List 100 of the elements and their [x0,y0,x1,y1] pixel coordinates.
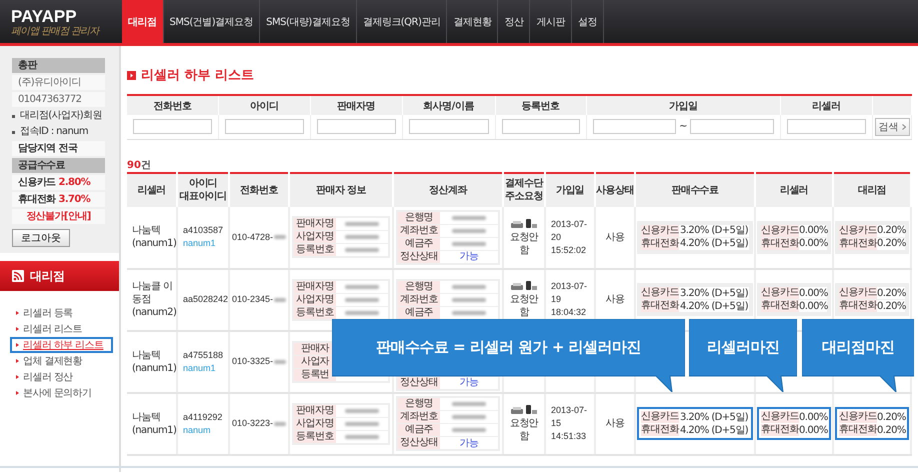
chevron-icon [902,124,906,130]
user-id: a4119292 [183,410,222,424]
field-label: 휴대전화 [761,238,799,250]
rate-value: 0.00% [799,224,828,237]
field-label: 휴대전화 [641,300,679,312]
nav-tab[interactable]: SMS(건별)결제요청 [164,0,260,43]
column-header: 가입일 [586,95,780,115]
nav-tab[interactable]: 결제현황 [447,0,498,43]
date-field[interactable] [592,119,676,134]
rate-value: 0.20% [877,410,906,424]
column-header: 판매수수료 [635,172,755,206]
field-label: 신용카드 [641,411,679,423]
section-heading: 총판 [12,58,105,73]
slogan: 페이앱 판매점 관리자 [11,26,101,38]
column-header: 사용상태 [595,172,635,206]
search-field[interactable] [502,119,580,134]
field-label: 휴대전화 [641,238,679,250]
page-title: 리셀러 하부 리스트 [141,67,254,84]
bullet-icon [16,391,19,395]
rss-icon [12,270,24,282]
reseller-name: 나눔텍 (nanum1) [132,350,176,374]
rate-value: 4.20% (D+5일) [680,237,748,250]
callout: 리셀러마진 [689,319,797,392]
phone-number: 010-4728- [232,230,274,244]
result-count: 90건 [127,158,152,172]
column-header: 리셀러 [755,172,833,206]
redacted-text [452,242,486,246]
nav-tab[interactable]: 게시판 [530,0,572,43]
menu-item[interactable]: 리셀러 하부 리스트 [10,337,113,353]
field-label: 예금주 [398,306,440,318]
field-label: 정산상태 [398,376,440,388]
redacted-text [345,422,379,426]
field-label: 은행명 [398,398,440,410]
phone-number: 010-3325- [232,355,274,368]
rate-value: 3.20% (D+5일) [680,286,748,300]
search-field[interactable] [786,119,866,134]
nav-tab[interactable]: 정산 [498,0,530,43]
date-field[interactable] [690,119,774,134]
menu-item[interactable]: 업체 결제현황 [10,353,113,369]
column-header: 전화번호 [127,95,218,115]
section-title: 대리점 [30,268,64,284]
notice-link[interactable]: 정산불가[안내] [12,209,105,224]
redacted-text [452,415,486,419]
bullet-icon [16,343,19,347]
column-header: 판매자 정보 [289,172,393,206]
column-header: 대리점 [833,172,911,206]
column-header: 리셀러 [127,172,177,206]
search-button[interactable]: 검색 [874,118,910,136]
menu-item[interactable]: 본사에 문의하기 [10,385,113,401]
bullet-icon [12,130,15,134]
nav-tab[interactable]: 대리점 [122,0,164,43]
column-header: 회사명/이름 [402,95,495,115]
section-heading: 공급수수료 [12,158,105,173]
reseller-name: 나눔텍 (nanum1) [132,225,176,249]
search-field[interactable] [408,119,488,134]
field-label: 신용카드 [839,224,877,236]
rate-value: 0.00% [799,410,828,424]
devices-icon [511,280,537,291]
redacted-text [345,434,379,438]
column-header: 가입일 [545,172,595,206]
field-label: 휴대전화 [839,238,877,250]
field-label: 계좌번호 [398,294,440,306]
status-text: 가능 [460,436,478,450]
nav-tab[interactable]: 설정 [572,0,604,43]
redacted-text [274,360,286,364]
region-text: 담당지역 전국 [12,141,105,156]
menu-item[interactable]: 리셀러 정산 [10,369,113,385]
redacted-text [345,222,379,226]
logout-button[interactable]: 로그아웃 [12,229,70,247]
user-id: a4755188 [183,348,224,362]
reseller-name: 나눔텍 (nanum1) [132,412,176,436]
user-id: a4103587 [183,224,224,237]
usage-status: 사용 [606,232,624,242]
redacted-text [452,284,486,288]
menu-item[interactable]: 리셀러 등록 [10,305,113,321]
rate-value: 0.00% [799,286,828,300]
usage-status: 사용 [606,418,624,429]
redacted-text [452,402,486,406]
field-label: 정산상태 [398,437,440,449]
field-label: 계좌번호 [398,224,440,236]
phone-number: 01047363772 [12,92,105,107]
callout: 대리점마진 [802,319,914,392]
search-field[interactable] [316,119,396,134]
field-label: 휴대전화 [761,300,799,312]
join-date: 2013-07-19 18:04:32 [551,281,588,317]
column-header: 결제수단 주소요청 [503,172,545,206]
nav-tab[interactable]: SMS(대량)결제요청 [260,0,357,43]
redacted-text [274,422,286,426]
field-label: 은행명 [398,280,440,292]
field-label: 등록번호 [294,244,336,256]
bullet-icon [16,375,19,379]
info-text: 대리점(사업자)회원 [20,109,102,123]
reseller-name: 나눔클 이동점 (nanum2) [132,281,176,318]
field-label: 은행명 [398,212,440,224]
menu-item[interactable]: 리셀러 리스트 [10,321,113,337]
nav-tab[interactable]: 결제링크(QR)관리 [356,0,448,43]
field-label: 예금주 [398,238,440,250]
search-field[interactable] [133,119,212,134]
search-field[interactable] [224,119,304,134]
redacted-text [345,235,379,239]
